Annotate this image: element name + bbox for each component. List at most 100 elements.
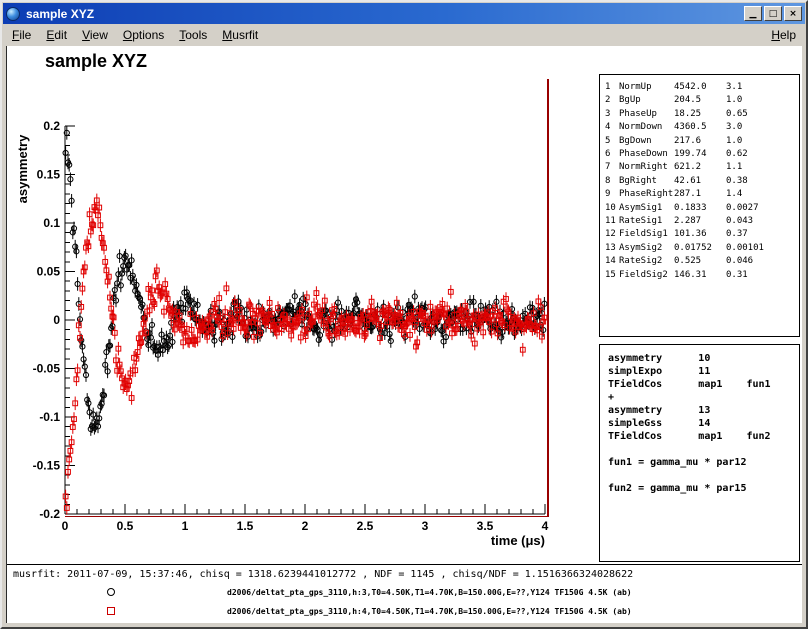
close-button[interactable]: × [784, 6, 802, 21]
parameter-row: 3PhaseUp18.250.65 [605, 108, 799, 121]
square-marker-icon [107, 607, 115, 615]
theory-line: fun1 = gamma_mu * par12 [608, 456, 799, 469]
menu-tools[interactable]: Tools [179, 28, 207, 42]
parameter-perr: 0.00101 [726, 242, 764, 255]
parameter-row: 9PhaseRight287.11.4 [605, 188, 799, 201]
parameter-row: 12FieldSig1101.360.37 [605, 228, 799, 241]
parameter-pval: 0.525 [674, 255, 726, 268]
menu-view-mnemonic: V [82, 28, 90, 42]
parameter-pname: BgUp [619, 94, 674, 107]
menu-options-mnemonic: O [123, 28, 132, 42]
parameter-pno: 1 [605, 81, 619, 94]
parameter-pname: AsymSig1 [619, 202, 674, 215]
parameter-pname: BgDown [619, 135, 674, 148]
parameter-pno: 8 [605, 175, 619, 188]
menu-view-label: iew [90, 28, 108, 42]
parameter-perr: 0.046 [726, 255, 753, 268]
theory-line [608, 443, 799, 456]
svg-text:2.5: 2.5 [357, 519, 374, 533]
parameter-row: 6PhaseDown199.740.62 [605, 148, 799, 161]
svg-text:0.1: 0.1 [43, 216, 60, 230]
parameter-row: 5BgDown217.61.0 [605, 135, 799, 148]
parameter-pname: AsymSig2 [619, 242, 674, 255]
theory-line [608, 469, 799, 482]
theory-line: TFieldCos map1 fun2 [608, 430, 799, 443]
parameter-pval: 0.01752 [674, 242, 726, 255]
svg-text:0.5: 0.5 [117, 519, 134, 533]
parameter-pval: 0.1833 [674, 202, 726, 215]
parameter-pno: 5 [605, 135, 619, 148]
parameter-perr: 0.0027 [726, 202, 759, 215]
minimize-button[interactable]: ▁ [744, 6, 762, 21]
parameter-pval: 217.6 [674, 135, 726, 148]
parameter-pno: 14 [605, 255, 619, 268]
theory-line: + [608, 391, 799, 404]
series-circle [63, 126, 547, 436]
parameter-row: 4NormDown4360.53.0 [605, 121, 799, 134]
menu-edit-label: dit [54, 28, 67, 42]
svg-text:0: 0 [53, 313, 60, 327]
theory-line: asymmetry 10 [608, 352, 799, 365]
svg-text:time (μs): time (μs) [491, 533, 545, 548]
svg-text:asymmetry: asymmetry [15, 134, 30, 203]
parameter-row: 2BgUp204.51.0 [605, 94, 799, 107]
parameter-pval: 42.61 [674, 175, 726, 188]
theory-line: simpleGss 14 [608, 417, 799, 430]
menu-tools-label: ools [185, 28, 207, 42]
parameter-perr: 0.37 [726, 228, 748, 241]
parameter-pval: 4360.5 [674, 121, 726, 134]
parameter-pno: 7 [605, 161, 619, 174]
parameter-pno: 9 [605, 188, 619, 201]
parameter-perr: 0.62 [726, 148, 748, 161]
parameter-pname: NormUp [619, 81, 674, 94]
window-title: sample XYZ [26, 7, 740, 21]
parameter-perr: 0.31 [726, 269, 748, 282]
svg-text:0: 0 [62, 519, 69, 533]
parameter-perr: 0.38 [726, 175, 748, 188]
svg-text:1: 1 [182, 519, 189, 533]
menubar: File Edit View Options Tools Musrfit Hel… [3, 24, 805, 46]
app-icon[interactable] [6, 7, 20, 21]
titlebar: sample XYZ ▁ □ × [3, 3, 805, 24]
menu-file-label: ile [19, 28, 31, 42]
parameter-pno: 4 [605, 121, 619, 134]
menu-musrfit[interactable]: Musrfit [222, 28, 258, 42]
svg-text:4: 4 [542, 519, 549, 533]
menu-musrfit-mnemonic: M [222, 28, 232, 42]
menu-view[interactable]: View [82, 28, 108, 42]
menu-file[interactable]: File [12, 28, 31, 42]
theory-line: TFieldCos map1 fun1 [608, 378, 799, 391]
menu-edit[interactable]: Edit [46, 28, 67, 42]
parameter-pval: 4542.0 [674, 81, 726, 94]
svg-text:1.5: 1.5 [237, 519, 254, 533]
parameter-pval: 204.5 [674, 94, 726, 107]
parameter-perr: 0.043 [726, 215, 753, 228]
parameter-pname: PhaseDown [619, 148, 674, 161]
parameter-pname: PhaseUp [619, 108, 674, 121]
parameter-row: 7NormRight621.21.1 [605, 161, 799, 174]
menu-help-label: elp [780, 28, 796, 42]
svg-text:-0.1: -0.1 [39, 410, 60, 424]
svg-text:-0.2: -0.2 [39, 507, 60, 521]
menu-help-mnemonic: H [771, 28, 780, 42]
svg-text:2: 2 [302, 519, 309, 533]
parameter-pval: 2.287 [674, 215, 726, 228]
parameter-pname: FieldSig1 [619, 228, 674, 241]
parameter-pno: 11 [605, 215, 619, 228]
parameter-pno: 6 [605, 148, 619, 161]
plot-title: sample XYZ [45, 51, 147, 72]
maximize-button[interactable]: □ [764, 6, 782, 21]
parameter-row: 1NormUp4542.03.1 [605, 81, 799, 94]
menu-options[interactable]: Options [123, 28, 164, 42]
parameter-pval: 287.1 [674, 188, 726, 201]
parameter-pno: 3 [605, 108, 619, 121]
parameter-pno: 15 [605, 269, 619, 282]
parameter-list: 1NormUp4542.03.12BgUp204.51.03PhaseUp18.… [605, 81, 799, 282]
menu-musrfit-label: usrfit [232, 28, 258, 42]
parameter-row: 14RateSig20.5250.046 [605, 255, 799, 268]
parameter-row: 13AsymSig20.017520.00101 [605, 242, 799, 255]
series-square [63, 194, 547, 515]
menu-help[interactable]: Help [771, 28, 796, 42]
asymmetry-plot: -0.2-0.15-0.1-0.0500.050.10.150.200.511.… [7, 46, 607, 551]
svg-text:-0.15: -0.15 [33, 459, 61, 473]
